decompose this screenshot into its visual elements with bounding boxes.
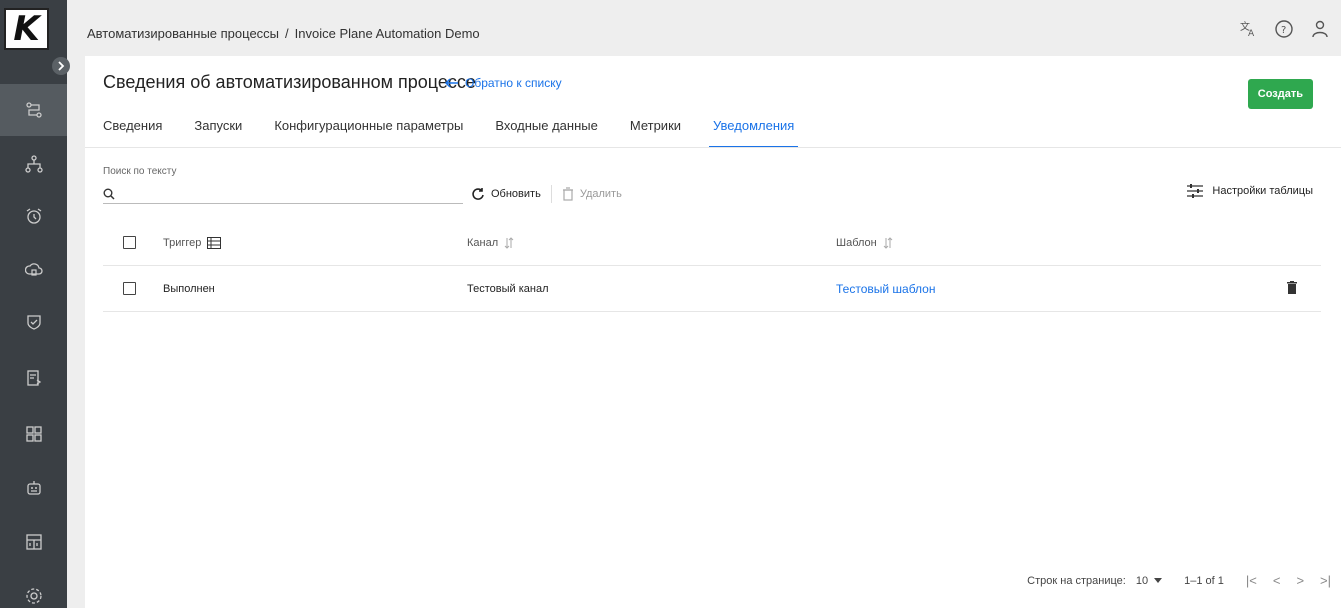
column-header-channel[interactable]: Канал	[467, 237, 514, 249]
delete-button[interactable]: Удалить	[562, 187, 622, 201]
tab-metrics[interactable]: Метрики	[630, 118, 681, 148]
app-logo[interactable]: K	[4, 8, 49, 50]
sidebar-item-documents[interactable]	[0, 352, 67, 404]
sidebar: K	[0, 0, 70, 608]
tab-config-params[interactable]: Конфигурационные параметры	[274, 118, 463, 148]
arrow-left-icon	[445, 78, 458, 88]
next-page-icon[interactable]: >	[1296, 573, 1304, 588]
select-all-checkbox[interactable]	[123, 236, 136, 249]
refresh-button[interactable]: Обновить	[471, 187, 541, 201]
tab-details[interactable]: Сведения	[103, 118, 162, 148]
create-button[interactable]: Создать	[1247, 79, 1313, 109]
document-list-icon	[26, 370, 41, 386]
back-to-list-link[interactable]: Обратно к списку	[445, 76, 562, 90]
cloud-icon	[24, 263, 43, 276]
tab-runs[interactable]: Запуски	[194, 118, 242, 148]
tune-icon	[1187, 184, 1204, 198]
filter-list-icon[interactable]	[207, 236, 222, 249]
row-checkbox[interactable]	[123, 282, 136, 295]
pagination: Строк на странице: 10 1–1 of 1 |< < > >|	[1027, 573, 1331, 588]
caret-down-icon	[1154, 578, 1163, 583]
sidebar-item-processes[interactable]	[0, 84, 67, 136]
toolbar-divider	[550, 185, 552, 203]
sidebar-item-security[interactable]	[0, 296, 67, 348]
last-page-icon[interactable]: >|	[1320, 573, 1331, 588]
notifications-table: Триггер Канал Шаблон Выполнен Тестовый к…	[103, 220, 1321, 312]
sidebar-item-robots[interactable]	[0, 462, 67, 514]
cell-channel: Тестовый канал	[467, 282, 549, 295]
sidebar-item-reports[interactable]	[0, 516, 67, 568]
trash-icon	[562, 187, 573, 201]
first-page-icon[interactable]: |<	[1246, 573, 1257, 588]
top-header: Автоматизированные процессы / Invoice Plan…	[67, 0, 1341, 56]
hierarchy-icon	[24, 155, 43, 173]
search-icon	[103, 188, 115, 200]
breadcrumb-parent[interactable]: Автоматизированные процессы	[87, 26, 279, 41]
refresh-icon	[472, 188, 484, 200]
search-input[interactable]	[121, 186, 463, 201]
tab-bar: Сведения Запуски Конфигурационные параме…	[103, 118, 826, 148]
gear-icon	[25, 588, 42, 604]
help-icon[interactable]: ?	[1273, 18, 1295, 40]
template-link[interactable]: Тестовый шаблон	[836, 282, 935, 296]
column-header-template[interactable]: Шаблон	[836, 237, 893, 249]
sidebar-item-cloud[interactable]	[0, 244, 67, 296]
prev-page-icon[interactable]: <	[1273, 573, 1281, 588]
table-chart-icon	[25, 534, 42, 550]
table-settings-button[interactable]: Настройки таблицы	[1186, 184, 1313, 198]
delete-row-button[interactable]	[1287, 280, 1297, 297]
page-title: Сведения об автоматизированном процессе	[103, 72, 476, 92]
trash-icon	[1287, 280, 1297, 294]
sidebar-item-schedule[interactable]	[0, 190, 67, 242]
chevron-right-icon	[58, 61, 65, 71]
search-label: Поиск по тексту	[103, 166, 177, 177]
sidebar-item-hierarchy[interactable]	[0, 138, 67, 190]
column-header-trigger[interactable]: Триггер	[163, 236, 222, 249]
translate-icon[interactable]: 文A	[1237, 18, 1259, 40]
table-toolbar: Обновить Удалить	[471, 184, 622, 204]
robot-icon	[26, 481, 41, 495]
user-icon[interactable]	[1309, 18, 1331, 40]
main-content: Сведения об автоматизированном процессе …	[85, 56, 1341, 608]
tab-notifications[interactable]: Уведомления	[709, 118, 799, 148]
sidebar-item-dashboard[interactable]	[0, 408, 67, 460]
svg-text:A: A	[1248, 29, 1255, 39]
page-range: 1–1 of 1	[1184, 574, 1224, 587]
svg-text:?: ?	[1281, 25, 1286, 36]
dashboard-grid-icon	[25, 426, 42, 442]
expand-sidebar-button[interactable]	[52, 57, 70, 75]
tabs-divider	[85, 147, 1341, 148]
sort-icon[interactable]	[883, 236, 893, 249]
tab-input-data[interactable]: Входные данные	[495, 118, 598, 148]
sort-icon[interactable]	[504, 236, 514, 249]
process-flow-icon	[25, 102, 42, 118]
rows-per-page-label: Строк на странице:	[1027, 574, 1126, 587]
table-header-row: Триггер Канал Шаблон	[103, 220, 1321, 266]
table-row[interactable]: Выполнен Тестовый канал Тестовый шаблон	[103, 266, 1321, 312]
search-field[interactable]	[103, 184, 463, 204]
breadcrumb-current: Invoice Plane Automation Demo	[294, 26, 480, 41]
sidebar-item-settings[interactable]	[0, 570, 67, 608]
shield-check-icon	[26, 315, 41, 330]
alarm-clock-icon	[26, 208, 41, 224]
rows-per-page-select[interactable]: 10	[1136, 575, 1163, 587]
cell-trigger: Выполнен	[163, 282, 215, 295]
breadcrumb: Автоматизированные процессы / Invoice Plan…	[87, 26, 480, 41]
